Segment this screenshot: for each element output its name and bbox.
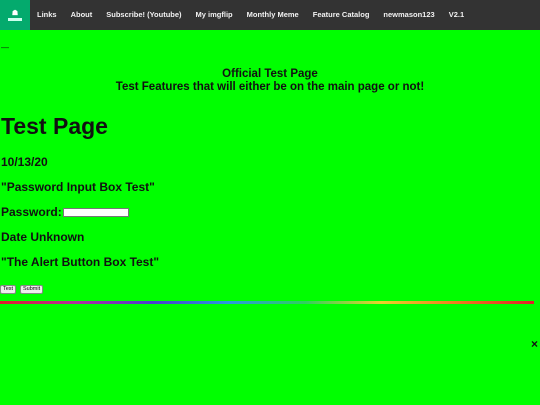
- rainbow-divider: [0, 301, 534, 304]
- nav-item-links[interactable]: Links: [30, 0, 64, 30]
- page-header: Official Test Page Test Features that wi…: [0, 68, 540, 94]
- nav-item-about[interactable]: About: [64, 0, 100, 30]
- page-header-subtitle: Test Features that will either be on the…: [115, 81, 425, 93]
- date-heading-1: 10/13/20: [1, 155, 48, 169]
- alert-test-title: "The Alert Button Box Test": [1, 255, 160, 269]
- nav-item-feature-catalog[interactable]: Feature Catalog: [306, 0, 377, 30]
- test-button[interactable]: Test: [0, 285, 17, 294]
- password-input[interactable]: [63, 208, 129, 217]
- nav-item-monthly-meme[interactable]: Monthly Meme: [240, 0, 306, 30]
- logo-icon: ☗: [11, 9, 19, 17]
- password-label: Password:: [1, 205, 62, 219]
- dash-mark: —: [1, 43, 9, 52]
- nav-items: Links About Subscribe! (Youtube) My imgf…: [30, 0, 471, 30]
- site-logo[interactable]: ☗: [0, 0, 30, 30]
- password-test-title: "Password Input Box Test": [1, 180, 155, 194]
- top-navigation-bar: ☗ Links About Subscribe! (Youtube) My im…: [0, 0, 540, 30]
- close-icon[interactable]: ×: [531, 337, 538, 351]
- nav-item-my-imgflip[interactable]: My imgflip: [189, 0, 240, 30]
- logo-bar-icon: [8, 17, 22, 21]
- date-heading-2: Date Unknown: [1, 230, 85, 244]
- page-title: Test Page: [1, 113, 108, 139]
- nav-item-username[interactable]: newmason123: [376, 0, 441, 30]
- nav-item-version[interactable]: V2.1: [442, 0, 471, 30]
- page-header-title: Official Test Page: [222, 68, 318, 80]
- nav-item-subscribe[interactable]: Subscribe! (Youtube): [99, 0, 188, 30]
- submit-button[interactable]: Submit: [20, 285, 44, 294]
